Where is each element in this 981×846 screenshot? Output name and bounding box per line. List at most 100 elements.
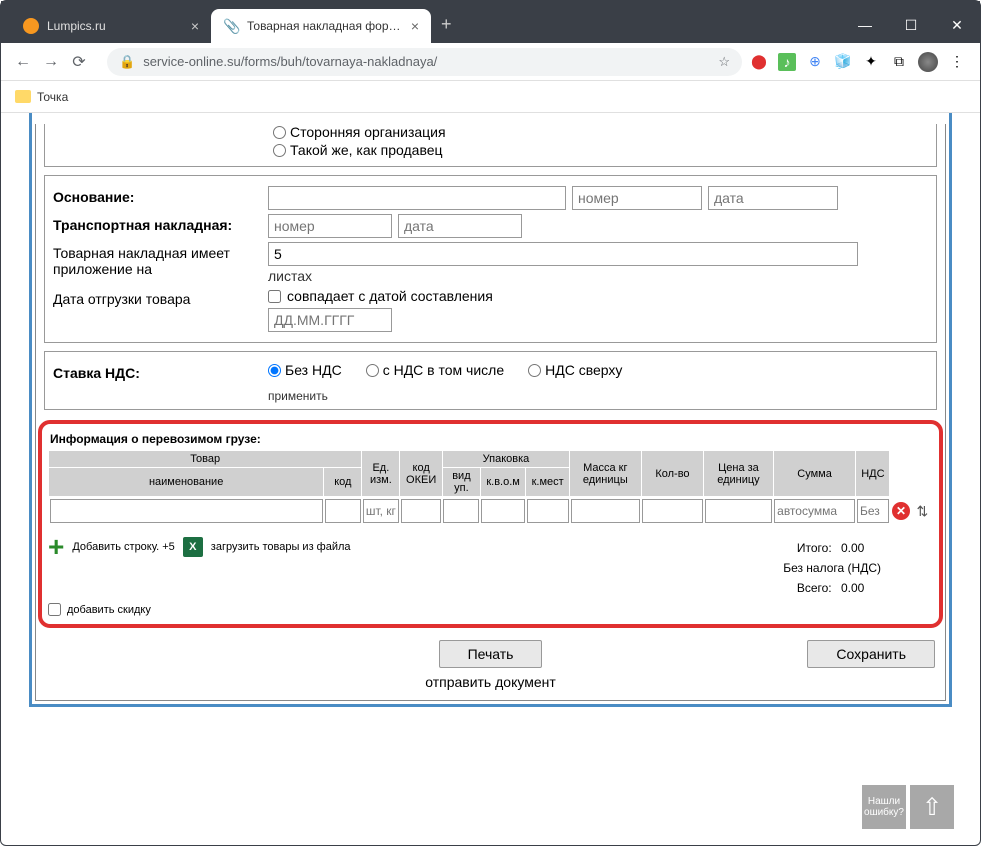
close-icon[interactable]: ×: [191, 18, 199, 34]
vsego-value: 0.00: [841, 581, 881, 595]
no-tax-label: Без налога (НДС): [783, 561, 881, 575]
menu-icon[interactable]: ⋮: [948, 53, 966, 71]
itogo-value: 0.00: [841, 541, 881, 555]
transport-label: Транспортная накладная:: [53, 214, 268, 233]
excel-icon[interactable]: X: [183, 537, 203, 557]
maximize-button[interactable]: ☐: [888, 7, 934, 43]
reading-list-icon[interactable]: ⧉: [890, 53, 908, 71]
input-mass[interactable]: [571, 499, 641, 523]
bookmarks-bar: Точка: [1, 81, 980, 113]
th-nds: НДС: [856, 451, 890, 497]
input-code[interactable]: [325, 499, 361, 523]
input-name[interactable]: [50, 499, 323, 523]
sort-row-button[interactable]: ⇅: [917, 503, 929, 519]
close-icon[interactable]: ×: [411, 18, 419, 34]
minimize-button[interactable]: —: [842, 7, 888, 43]
url-bar[interactable]: 🔒 service-online.su/forms/buh/tovarnaya-…: [107, 48, 742, 76]
attachment-unit: листах: [268, 268, 312, 284]
avatar-icon[interactable]: [918, 52, 938, 72]
action-buttons: Печать Сохранить: [36, 640, 945, 668]
favicon-lumpics: [23, 18, 39, 34]
vsego-label: Всего:: [797, 581, 832, 595]
browser-toolbar: ← → ⟳ 🔒 service-online.su/forms/buh/tova…: [1, 43, 980, 81]
scroll-top-button[interactable]: ⇧: [910, 785, 954, 829]
th-price: Цена за единицу: [704, 451, 773, 497]
basis-date-input[interactable]: [708, 186, 838, 210]
discount-label: добавить скидку: [67, 604, 151, 616]
vat-included-label: с НДС в том числе: [383, 362, 504, 378]
vat-apply-link[interactable]: применить: [53, 389, 928, 403]
favicon-clip-icon: 📎: [223, 18, 239, 34]
back-button[interactable]: ←: [9, 48, 37, 76]
ext-icon-2[interactable]: ♪: [778, 53, 796, 71]
folder-icon: [15, 90, 31, 103]
tab-lumpics[interactable]: Lumpics.ru ×: [11, 9, 211, 43]
page-scroll[interactable]: Сторонняя организация Такой же, как прод…: [1, 113, 980, 845]
ship-date-input[interactable]: [268, 308, 392, 332]
th-pkg-places: к.мест: [526, 468, 570, 497]
discount-checkbox[interactable]: [48, 603, 61, 616]
radio-label: Такой же, как продавец: [290, 142, 443, 158]
save-button[interactable]: Сохранить: [807, 640, 935, 668]
ship-date-match-checkbox[interactable]: [268, 290, 281, 303]
th-product: Товар: [49, 451, 362, 468]
found-error-button[interactable]: Нашли ошибку?: [862, 785, 906, 829]
floating-buttons: Нашли ошибку? ⇧: [862, 785, 954, 829]
input-pkg-in[interactable]: [481, 499, 524, 523]
transport-number-input[interactable]: [268, 214, 392, 238]
th-package: Упаковка: [442, 451, 569, 468]
load-file-label[interactable]: загрузить товары из файла: [211, 541, 351, 553]
radio-vat-included[interactable]: [366, 364, 379, 377]
ship-date-match-label: совпадает с датой составления: [287, 288, 493, 304]
th-pkg-in: к.в.о.м: [480, 468, 525, 497]
radio-same-seller[interactable]: [273, 144, 286, 157]
radio-vat-ontop[interactable]: [528, 364, 541, 377]
extension-icons: ⬤ ♪ ⊕ 🧊 ✦ ⧉ ⋮: [750, 52, 972, 72]
input-price[interactable]: [705, 499, 772, 523]
new-tab-button[interactable]: +: [441, 14, 452, 35]
print-button[interactable]: Печать: [439, 640, 543, 668]
input-okei[interactable]: [401, 499, 442, 523]
input-pkg-type[interactable]: [443, 499, 479, 523]
ext-icon-4[interactable]: 🧊: [834, 53, 852, 71]
bookmark-item[interactable]: Точка: [37, 90, 68, 104]
input-unit[interactable]: [363, 499, 399, 523]
org-type-section: Сторонняя организация Такой же, как прод…: [44, 124, 937, 167]
th-qty: Кол-во: [641, 451, 704, 497]
input-sum[interactable]: [774, 499, 855, 523]
radio-other-org[interactable]: [273, 126, 286, 139]
extensions-icon[interactable]: ✦: [862, 53, 880, 71]
basis-number-input[interactable]: [572, 186, 702, 210]
basis-label: Основание:: [53, 186, 268, 205]
th-unit: Ед. изм.: [362, 451, 400, 497]
delete-row-button[interactable]: ✕: [892, 502, 910, 520]
reload-button[interactable]: ⟳: [65, 48, 93, 76]
browser-tabs-bar: Lumpics.ru × 📎 Товарная накладная форма …: [1, 1, 980, 43]
input-nds[interactable]: [857, 499, 889, 523]
ext-icon-1[interactable]: ⬤: [750, 53, 768, 71]
window-controls: — ☐ ✕: [842, 7, 980, 43]
th-mass: Масса кг единицы: [570, 451, 642, 497]
add-row-label[interactable]: Добавить строку. +5: [72, 541, 174, 553]
ext-icon-3[interactable]: ⊕: [806, 53, 824, 71]
attachment-input[interactable]: [268, 242, 858, 266]
ship-date-label: Дата отгрузки товара: [53, 288, 268, 307]
vat-label: Ставка НДС:: [53, 362, 268, 381]
th-pkg-type: вид уп.: [442, 468, 480, 497]
send-document-link[interactable]: отправить документ: [36, 674, 945, 690]
basis-input[interactable]: [268, 186, 566, 210]
star-icon[interactable]: ☆: [718, 54, 730, 70]
input-pkg-places[interactable]: [527, 499, 569, 523]
tab-active[interactable]: 📎 Товарная накладная форма № ×: [211, 9, 431, 43]
forward-button[interactable]: →: [37, 48, 65, 76]
add-row-icon[interactable]: +: [48, 533, 64, 561]
cargo-info-section: Информация о перевозимом грузе: Товар Ед…: [38, 420, 943, 628]
close-window-button[interactable]: ✕: [934, 7, 980, 43]
radio-vat-none[interactable]: [268, 364, 281, 377]
input-qty[interactable]: [642, 499, 703, 523]
tab-title: Lumpics.ru: [47, 19, 183, 33]
cargo-title: Информация о перевозимом грузе:: [50, 432, 933, 446]
transport-date-input[interactable]: [398, 214, 522, 238]
table-row: ✕ ⇅: [49, 497, 933, 526]
attachment-label: Товарная накладная имеет приложение на: [53, 242, 268, 277]
